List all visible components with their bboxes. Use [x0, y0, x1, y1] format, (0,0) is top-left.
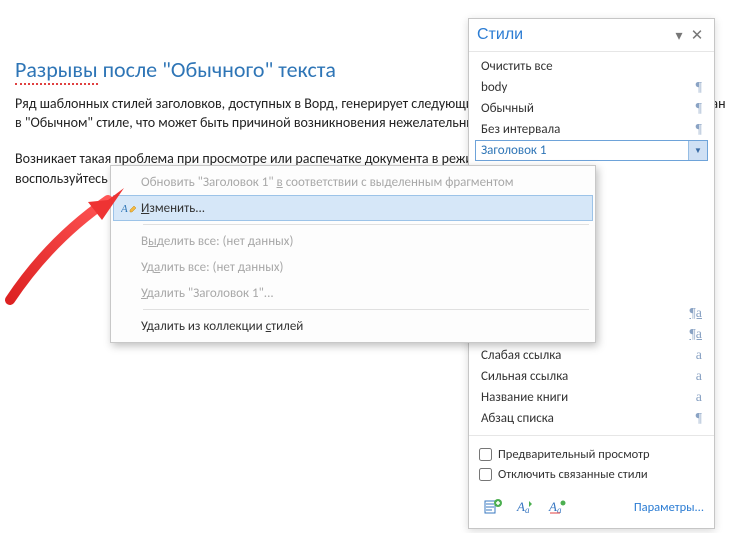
style-item-intense-ref[interactable]: Сильная ссылка a: [475, 366, 708, 387]
checkbox-preview[interactable]: Предварительный просмотр: [479, 444, 704, 464]
style-inspector-button[interactable]: A a: [511, 494, 539, 520]
heading-text-squiggle: Разрывы: [15, 56, 98, 85]
svg-text:A: A: [548, 499, 557, 514]
ctx-separator: [143, 309, 589, 310]
pane-footer: A a A a Параметры...: [469, 490, 714, 528]
style-item-heading1-selected[interactable]: Заголовок 1 ¶a ▼: [475, 140, 708, 161]
ctx-delete-style: Удалить "Заголовок 1"...: [113, 280, 593, 306]
manage-styles-icon: A a: [547, 498, 567, 516]
styles-pane-title: Стили: [477, 26, 523, 44]
style-item-subtle-ref[interactable]: Слабая ссылка a: [475, 345, 708, 366]
checkbox-preview-input[interactable]: [479, 448, 492, 461]
style-item-list-paragraph[interactable]: Абзац списка ¶: [475, 408, 708, 429]
style-context-menu: Обновить "Заголовок 1" в соответствии с …: [110, 165, 596, 343]
new-style-icon: [483, 498, 503, 516]
heading-text: после "Обычного" текста: [98, 56, 336, 83]
checkbox-disable-linked-input[interactable]: [479, 468, 492, 481]
manage-styles-button[interactable]: A a: [543, 494, 571, 520]
ctx-select-all: Выделить все: (нет данных): [113, 228, 593, 254]
checkbox-disable-linked[interactable]: Отключить связанные стили: [479, 464, 704, 484]
pane-checkboxes: Предварительный просмотр Отключить связа…: [469, 442, 714, 490]
new-style-button[interactable]: [479, 494, 507, 520]
style-item-body[interactable]: body ¶: [475, 77, 708, 98]
styles-pane-header: Стили ▾ ✕: [469, 19, 714, 52]
pane-options-dropdown[interactable]: ▾: [670, 27, 688, 44]
ctx-delete-all: Удалить все: (нет данных): [113, 254, 593, 280]
style-item-dropdown-arrow[interactable]: ▼: [688, 141, 707, 160]
style-item-normal[interactable]: Обычный ¶: [475, 98, 708, 119]
style-item-clear-all[interactable]: Очистить все: [475, 56, 708, 77]
modify-icon: A: [117, 200, 141, 216]
style-item-no-spacing[interactable]: Без интервала ¶: [475, 119, 708, 140]
parameters-link[interactable]: Параметры...: [634, 500, 704, 515]
style-item-book-title[interactable]: Название книги a: [475, 387, 708, 408]
ctx-modify[interactable]: A Изменить...: [113, 195, 593, 221]
svg-text:A: A: [516, 499, 525, 514]
style-inspector-icon: A a: [515, 498, 535, 516]
pane-close-button[interactable]: ✕: [688, 26, 706, 45]
ctx-remove-from-gallery[interactable]: Удалить из коллекции стилей: [113, 313, 593, 339]
ctx-separator: [143, 224, 589, 225]
pane-divider: [469, 435, 714, 436]
svg-text:A: A: [121, 203, 128, 215]
ctx-update-to-match: Обновить "Заголовок 1" в соответствии с …: [113, 169, 593, 195]
